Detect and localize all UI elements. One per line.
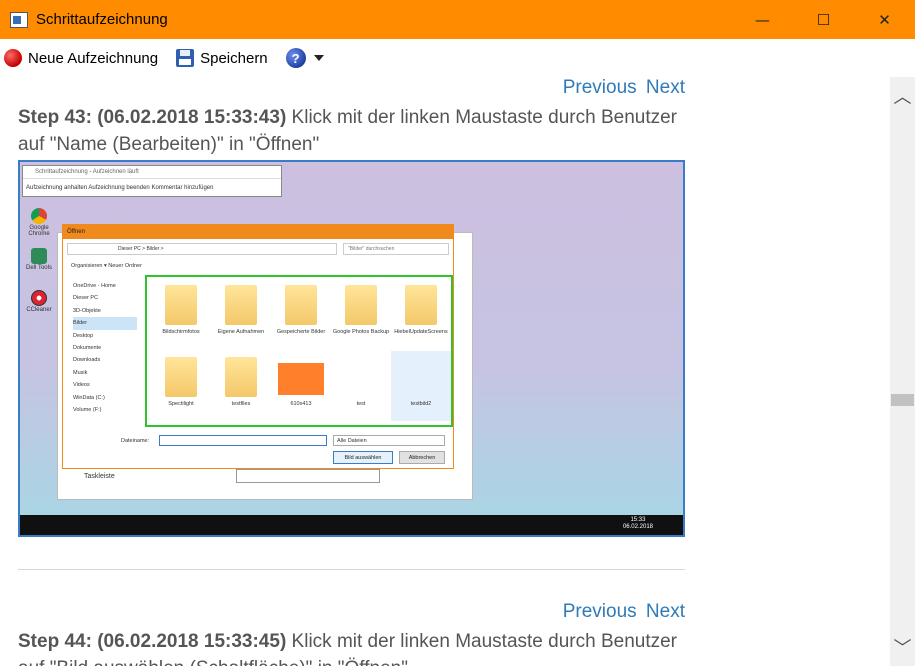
previous-link[interactable]: Previous	[563, 601, 637, 622]
open-dialog: Öffnen Dieser PC > Bilder > "Bilder" dur…	[62, 224, 454, 469]
previous-link[interactable]: Previous	[563, 77, 637, 98]
close-button[interactable]: ✕	[854, 0, 915, 39]
taskbar-label: Taskleiste	[84, 473, 115, 480]
organize-bar: Organisieren ▾ Neuer Ordner	[71, 263, 142, 269]
steps-content: Previous Next Step 43: (06.02.2018 15:33…	[0, 77, 890, 666]
step-nav: Previous Next	[559, 601, 685, 623]
scroll-thumb[interactable]	[891, 394, 914, 406]
file-item: Gespeicherte Bilder	[271, 285, 331, 335]
window-title: Schrittaufzeichnung	[36, 11, 168, 28]
folder-icon	[225, 357, 257, 397]
minimize-button[interactable]: —	[732, 0, 793, 39]
folder-icon	[285, 285, 317, 325]
step-description: Step 44: (06.02.2018 15:33:45) Klick mit…	[18, 628, 678, 666]
file-item: 610x413	[271, 357, 331, 407]
selected-file-item: testbild2	[391, 351, 451, 421]
file-item: Eigene Aufnahmen	[211, 285, 271, 335]
desktop-icon: Google Chrome	[22, 208, 56, 237]
help-icon: ?	[285, 48, 306, 68]
desktop-icon: CCleaner	[22, 290, 56, 313]
filename-input	[159, 435, 327, 446]
window-controls: — ☐ ✕	[732, 0, 915, 39]
filetype-select: Alle Dateien	[333, 435, 445, 446]
next-link[interactable]: Next	[646, 601, 685, 622]
taskbar-clock: 15:33 06.02.2018	[622, 517, 653, 530]
maximize-button[interactable]: ☐	[793, 0, 854, 39]
chrome-icon	[31, 208, 47, 224]
folder-icon	[165, 357, 197, 397]
save-button[interactable]: Speichern	[176, 49, 268, 67]
scroll-down-arrow[interactable]: ﹀	[890, 634, 915, 660]
step-heading: Step 44: (06.02.2018 15:33:45)	[18, 631, 287, 652]
new-recording-button[interactable]: Neue Aufzeichnung	[4, 49, 158, 67]
psr-title: Schrittaufzeichnung - Aufzeichnen läuft	[23, 166, 281, 179]
dialog-title: Öffnen	[63, 225, 453, 239]
settings-field	[236, 469, 380, 483]
tools-icon	[31, 248, 47, 264]
file-item: test	[356, 401, 366, 407]
search-box: "Bilder" durchsuchen	[343, 243, 449, 255]
scroll-up-arrow[interactable]: ︿	[890, 83, 915, 109]
address-bar: Dieser PC > Bilder >	[67, 243, 337, 255]
save-label: Speichern	[200, 49, 268, 67]
caret-down-icon[interactable]	[313, 55, 324, 61]
vertical-scrollbar[interactable]: ︿ ﹀	[890, 77, 915, 666]
title-bar: Schrittaufzeichnung — ☐ ✕	[0, 0, 915, 39]
file-item: HiebelUpdateScreens	[391, 285, 451, 335]
ccleaner-icon	[31, 290, 47, 306]
step-nav: Previous Next	[559, 77, 685, 99]
folder-icon	[165, 285, 197, 325]
file-item: Spectilight	[151, 357, 211, 407]
next-link[interactable]: Next	[646, 77, 685, 98]
folder-tree: OneDrive - Home Dieser PC 3D-Objekte Bil…	[73, 280, 137, 416]
step-divider	[18, 569, 685, 570]
cancel-dialog-button: Abbrechen	[399, 451, 445, 464]
floppy-disk-icon	[176, 49, 195, 67]
highlight-box: Bildschirmfotos Eigene Aufnahmen Gespeic…	[145, 275, 453, 427]
record-icon	[4, 49, 22, 67]
desktop-icon: Dell Tools	[22, 248, 56, 271]
new-recording-label: Neue Aufzeichnung	[28, 49, 159, 67]
file-item: Bildschirmfotos	[151, 285, 211, 335]
select-image-button: Bild auswählen	[333, 451, 393, 464]
step-description: Step 43: (06.02.2018 15:33:43) Klick mit…	[18, 104, 678, 158]
folder-icon	[345, 285, 377, 325]
file-item: Google Photos Backup	[331, 285, 391, 335]
file-item: testfiles	[211, 357, 271, 407]
app-icon	[10, 11, 28, 28]
psr-toolbar: Aufzeichnung anhalten Aufzeichnung beend…	[26, 185, 214, 191]
filename-label: Dateiname:	[121, 438, 150, 444]
folder-icon	[225, 285, 257, 325]
help-button[interactable]: ?	[285, 48, 324, 68]
step-screenshot: Schrittaufzeichnung - Aufzeichnen läuft …	[18, 160, 685, 537]
folder-icon	[405, 285, 437, 325]
toolbar: Neue Aufzeichnung Speichern ?	[0, 39, 915, 77]
image-thumbnail	[278, 363, 324, 395]
windows-taskbar: 15:33 06.02.2018	[20, 515, 683, 535]
psr-window: Schrittaufzeichnung - Aufzeichnen läuft …	[22, 165, 282, 197]
step-heading: Step 43: (06.02.2018 15:33:43)	[18, 107, 287, 128]
